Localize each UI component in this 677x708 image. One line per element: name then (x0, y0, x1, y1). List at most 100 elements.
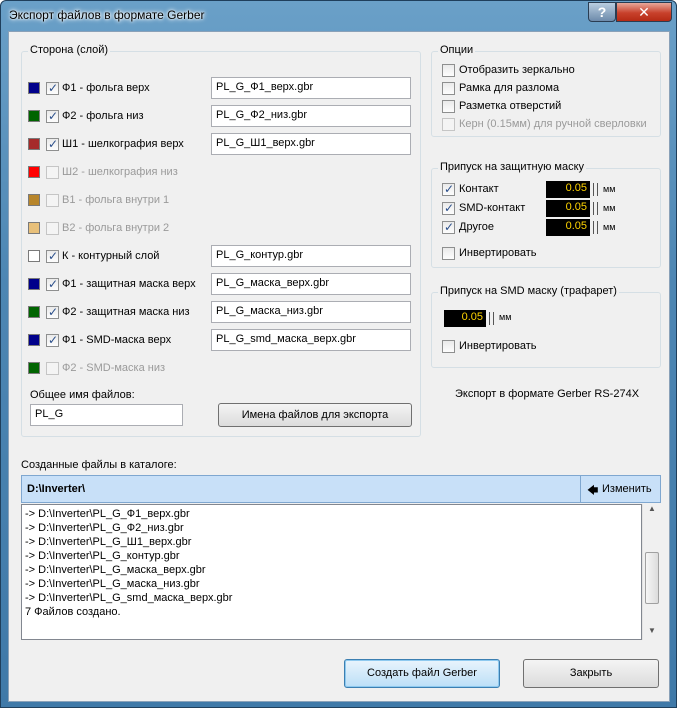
log-line: -> D:\Inverter\PL_G_smd_маска_верх.gbr (25, 592, 233, 604)
smd-allowance-unit: мм (499, 312, 512, 322)
layer-filename-input[interactable]: PL_G_маска_верх.gbr (211, 273, 411, 295)
layer-color-swatch (28, 222, 40, 234)
scroll-thumb[interactable] (645, 552, 659, 604)
option-checkbox[interactable] (442, 118, 455, 131)
smd-allowance-spinner[interactable] (489, 312, 494, 325)
title-bar[interactable]: Экспорт файлов в формате Gerber ? ✕ (1, 1, 676, 33)
layer-checkbox[interactable] (46, 109, 59, 123)
log-scrollbar[interactable]: ▲ ▼ (642, 504, 661, 640)
log-line: -> D:\Inverter\PL_G_Ф2_низ.gbr (25, 522, 184, 534)
smd-invert-checkbox[interactable] (442, 340, 455, 353)
mask-allowance-group: Припуск на защитную маску Контакт 0.05 мм S… (431, 161, 661, 268)
layer-label: К - контурный слой (62, 250, 160, 262)
output-label: Созданные файлы в каталоге: (21, 459, 177, 471)
layer-filename-input[interactable]: PL_G_Ф2_низ.gbr (211, 105, 411, 127)
layer-checkbox[interactable] (46, 166, 59, 179)
output-path: D:\Inverter\ (27, 483, 86, 495)
close-window-button[interactable]: ✕ (616, 2, 672, 22)
log-line: -> D:\Inverter\PL_G_контур.gbr (25, 550, 180, 562)
export-names-button[interactable]: Имена файлов для экспорта (218, 403, 412, 427)
layer-filename-input[interactable]: PL_G_маска_низ.gbr (211, 301, 411, 323)
mask-unit: мм (603, 184, 616, 194)
layer-filename-input[interactable]: PL_G_Ф1_верх.gbr (211, 77, 411, 99)
layer-label: Ф2 - фольга низ (62, 110, 144, 122)
mask-value-input[interactable]: 0.05 (546, 200, 590, 217)
dialog-body: Сторона (слой) Ф1 - фольга верх PL_G_Ф1_в… (8, 31, 670, 702)
layer-checkbox[interactable] (46, 222, 59, 235)
mask-value-input[interactable]: 0.05 (546, 181, 590, 198)
scroll-up-icon[interactable]: ▲ (648, 504, 656, 513)
mask-invert-checkbox[interactable] (442, 247, 455, 260)
layer-checkbox[interactable] (46, 362, 59, 375)
layer-label: Ф2 - SMD-маска низ (62, 362, 166, 374)
layer-color-swatch (28, 110, 40, 122)
layer-checkbox[interactable] (46, 277, 59, 291)
mask-label: Другое (459, 221, 494, 233)
layer-checkbox[interactable] (46, 333, 59, 347)
log-line: -> D:\Inverter\PL_G_маска_низ.gbr (25, 578, 200, 590)
mask-value-spinner[interactable] (593, 221, 598, 234)
layer-checkbox[interactable] (46, 194, 59, 207)
layer-checkbox[interactable] (46, 81, 59, 95)
help-button[interactable]: ? (588, 2, 616, 22)
log-line: 7 Файлов создано. (25, 606, 121, 618)
layer-label: В1 - фольга внутри 1 (62, 194, 170, 206)
change-folder-button[interactable]: 🡄 Изменить (581, 476, 661, 502)
layer-color-swatch (28, 278, 40, 290)
layers-group-title: Сторона (слой) (28, 44, 111, 56)
layer-color-swatch (28, 138, 40, 150)
layer-color-swatch (28, 82, 40, 94)
layer-color-swatch (28, 306, 40, 318)
layer-label: Ф2 - защитная маска низ (62, 306, 190, 318)
arrow-left-icon: 🡄 (587, 485, 599, 497)
layer-checkbox[interactable] (46, 137, 59, 151)
smd-allowance-value[interactable]: 0.05 (444, 310, 486, 327)
mask-value-spinner[interactable] (593, 202, 598, 215)
mask-checkbox[interactable] (442, 182, 455, 196)
layer-filename-input[interactable]: PL_G_Ш1_верх.gbr (211, 133, 411, 155)
layer-filename-input[interactable]: PL_G_контур.gbr (211, 245, 411, 267)
log-line: -> D:\Inverter\PL_G_Ф1_верх.gbr (25, 508, 190, 520)
layers-group: Сторона (слой) Ф1 - фольга верх PL_G_Ф1_в… (21, 44, 421, 437)
scroll-down-icon[interactable]: ▼ (648, 626, 656, 635)
log-line: -> D:\Inverter\PL_G_маска_верх.gbr (25, 564, 206, 576)
close-button[interactable]: Закрыть (523, 659, 659, 688)
layer-checkbox[interactable] (46, 305, 59, 319)
option-checkbox[interactable] (442, 82, 455, 95)
layer-label: Ф1 - защитная маска верх (62, 278, 196, 290)
options-group-title: Опции (438, 44, 476, 56)
layer-filename-input[interactable]: PL_G_smd_маска_верх.gbr (211, 329, 411, 351)
option-label: Отобразить зеркально (459, 64, 575, 76)
layer-color-swatch (28, 362, 40, 374)
mask-unit: мм (603, 222, 616, 232)
layer-label: Ш1 - шелкография верх (62, 138, 184, 150)
option-checkbox[interactable] (442, 64, 455, 77)
option-label: Керн (0.15мм) для ручной сверловки (459, 118, 647, 130)
mask-label: Контакт (459, 183, 499, 195)
layer-label: Ф1 - SMD-маска верх (62, 334, 172, 346)
change-folder-label: Изменить (602, 483, 652, 495)
smd-invert-label: Инвертировать (459, 340, 537, 352)
layer-color-swatch (28, 166, 40, 178)
options-group: Опции Отобразить зеркально Рамка для разл… (431, 44, 661, 137)
mask-value-input[interactable]: 0.05 (546, 219, 590, 236)
smd-allowance-group: Припуск на SMD маску (трафарет) 0.05 мм … (431, 285, 661, 368)
mask-checkbox[interactable] (442, 201, 455, 215)
mask-value-spinner[interactable] (593, 183, 598, 196)
output-path-bar: D:\Inverter\ 🡄 Изменить (21, 475, 661, 503)
format-note: Экспорт в формате Gerber RS-274X (455, 388, 640, 400)
window-title: Экспорт файлов в формате Gerber (9, 8, 205, 22)
mask-checkbox[interactable] (442, 220, 455, 234)
mask-label: SMD-контакт (459, 202, 526, 214)
mask-invert-label: Инвертировать (459, 247, 537, 259)
common-name-input[interactable]: PL_G (30, 404, 183, 426)
create-gerber-button[interactable]: Создать файл Gerber (344, 659, 500, 688)
layer-color-swatch (28, 334, 40, 346)
layer-checkbox[interactable] (46, 249, 59, 263)
option-checkbox[interactable] (442, 100, 455, 113)
layer-color-swatch (28, 194, 40, 206)
layer-label: Ш2 - шелкография низ (62, 166, 178, 178)
output-log[interactable]: -> D:\Inverter\PL_G_Ф1_верх.gbr -> D:\Inv… (21, 504, 642, 640)
smd-allowance-title: Припуск на SMD маску (трафарет) (438, 285, 619, 297)
mask-allowance-title: Припуск на защитную маску (438, 161, 587, 173)
